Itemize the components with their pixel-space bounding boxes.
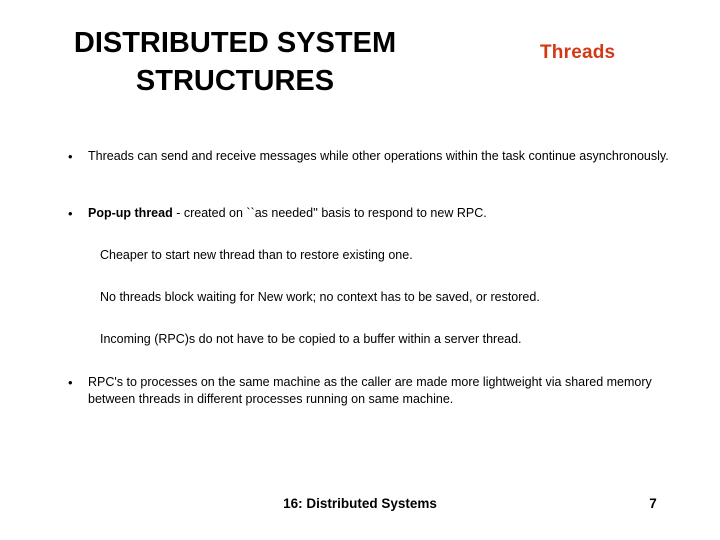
bullet-item-3-line-1: RPC's to processes on the same machine a…	[88, 375, 562, 389]
bullet-item-2-lead-term: Pop-up thread	[88, 206, 173, 220]
slide-body: • Threads can send and receive messages …	[0, 0, 720, 540]
bullet-item-2: • Pop-up thread - created on ``as needed…	[68, 205, 690, 222]
bullet-item-1-line-2: continue asynchronously.	[528, 149, 669, 163]
sub-line-2: No threads block waiting for New work; n…	[100, 290, 540, 304]
bullet-marker-icon: •	[68, 375, 73, 390]
footer-title: 16: Distributed Systems	[283, 496, 437, 511]
bullet-item-1-text: Threads can send and receive messages wh…	[88, 148, 690, 165]
sub-line-3: Incoming (RPC)s do not have to be copied…	[100, 332, 522, 346]
footer-page-number: 7	[649, 496, 657, 511]
bullet-item-3: • RPC's to processes on the same machine…	[68, 374, 700, 408]
bullet-marker-icon: •	[68, 206, 73, 221]
bullet-item-2-text: Pop-up thread - created on ``as needed''…	[88, 205, 690, 222]
bullet-item-1-line-1: Threads can send and receive messages wh…	[88, 149, 526, 163]
bullet-item-2-rest: - created on ``as needed'' basis to resp…	[172, 206, 487, 220]
bullet-item-1: • Threads can send and receive messages …	[68, 148, 690, 165]
sub-line-1: Cheaper to start new thread than to rest…	[100, 248, 413, 262]
bullet-item-3-text: RPC's to processes on the same machine a…	[88, 374, 700, 408]
bullet-marker-icon: •	[68, 149, 73, 164]
slide-canvas: DISTRIBUTED SYSTEM STRUCTURES Threads • …	[0, 0, 720, 540]
